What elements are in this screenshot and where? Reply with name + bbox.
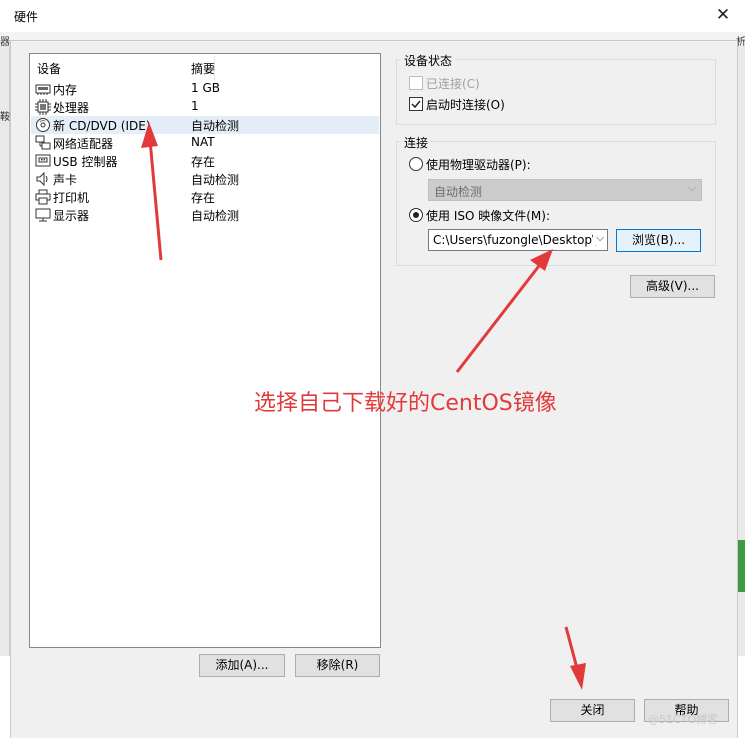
window-title: 硬件 — [14, 10, 39, 24]
device-name: 处理器 — [53, 101, 90, 115]
device-row-processor[interactable]: 处理器 1 — [31, 98, 379, 116]
chevron-down-icon: ⌵ — [687, 181, 696, 194]
iso-image-label: 使用 ISO 映像文件(M): — [426, 209, 550, 223]
physical-drive-label: 使用物理驱动器(P): — [426, 158, 531, 172]
network-adapter-icon — [35, 135, 51, 151]
display-icon — [35, 207, 51, 223]
physical-drive-select[interactable]: 自动检测 ⌵ — [428, 179, 702, 201]
background-window-edge — [0, 46, 10, 656]
device-row-sound-card[interactable]: 声卡 自动检测 — [31, 170, 379, 188]
close-button[interactable]: 关闭 — [550, 699, 635, 722]
title-bar — [0, 0, 745, 32]
browse-button[interactable]: 浏览(B)... — [616, 229, 701, 252]
processor-icon — [35, 99, 51, 115]
sound-card-icon — [35, 171, 51, 187]
advanced-button[interactable]: 高级(V)... — [630, 275, 715, 298]
column-header-device[interactable]: 设备 — [37, 60, 61, 77]
device-summary: 自动检测 — [191, 119, 240, 133]
connected-checkbox[interactable] — [409, 76, 423, 90]
device-summary: 存在 — [191, 155, 216, 169]
connection-title: 连接 — [401, 134, 432, 151]
device-summary: 存在 — [191, 191, 216, 205]
connect-on-start-label: 启动时连接(O) — [426, 98, 505, 112]
device-row-printer[interactable]: 打印机 存在 — [31, 188, 379, 206]
device-name: 内存 — [53, 83, 78, 97]
device-summary: 自动检测 — [191, 209, 240, 223]
device-summary: 自动检测 — [191, 173, 240, 187]
device-name: 声卡 — [53, 173, 78, 187]
connected-label: 已连接(C) — [426, 77, 480, 91]
usb-icon — [35, 153, 51, 169]
device-name: 新 CD/DVD (IDE) — [53, 119, 151, 133]
device-row-cd-dvd[interactable]: 新 CD/DVD (IDE) 自动检测 — [31, 116, 379, 134]
device-row-network-adapter[interactable]: 网络适配器 NAT — [31, 134, 379, 152]
iso-image-radio[interactable] — [409, 208, 423, 222]
chevron-down-icon[interactable]: ⌵ — [593, 231, 607, 245]
watermark: @51CTO博客 — [648, 713, 719, 726]
physical-drive-select-value: 自动检测 — [434, 185, 483, 199]
remove-device-button[interactable]: 移除(R) — [295, 654, 380, 677]
device-list[interactable]: 设备 摘要 内存 1 GB 处理器 1 新 CD/DVD (IDE) 自动检测 … — [29, 53, 381, 648]
close-window-button[interactable]: ✕ — [710, 2, 736, 28]
annotation-text: 选择自己下载好的CentOS镜像 — [254, 391, 557, 416]
cd-dvd-icon — [35, 117, 51, 133]
checkmark-icon — [411, 100, 421, 109]
add-device-button[interactable]: 添加(A)... — [199, 654, 285, 677]
device-row-memory[interactable]: 内存 1 GB — [31, 80, 379, 98]
background-text-fragment: 鞍 — [0, 112, 10, 123]
iso-path-value: C:\Users\fuzongle\Desktop\C — [433, 233, 605, 247]
column-header-summary[interactable]: 摘要 — [191, 60, 215, 77]
device-summary: 1 — [191, 99, 199, 113]
physical-drive-radio[interactable] — [409, 157, 423, 171]
device-name: 网络适配器 — [53, 137, 114, 151]
background-green-bar — [737, 540, 745, 592]
device-row-usb[interactable]: USB 控制器 存在 — [31, 152, 379, 170]
device-name: 显示器 — [53, 209, 90, 223]
device-summary: 1 GB — [191, 81, 220, 95]
connect-on-start-checkbox[interactable] — [409, 97, 423, 111]
device-name: USB 控制器 — [53, 155, 118, 169]
device-name: 打印机 — [53, 191, 90, 205]
device-row-display[interactable]: 显示器 自动检测 — [31, 206, 379, 224]
memory-icon — [35, 81, 51, 97]
printer-icon — [35, 189, 51, 205]
device-summary: NAT — [191, 135, 215, 149]
iso-path-input[interactable]: C:\Users\fuzongle\Desktop\C ⌵ — [428, 229, 608, 251]
device-status-title: 设备状态 — [401, 52, 456, 69]
